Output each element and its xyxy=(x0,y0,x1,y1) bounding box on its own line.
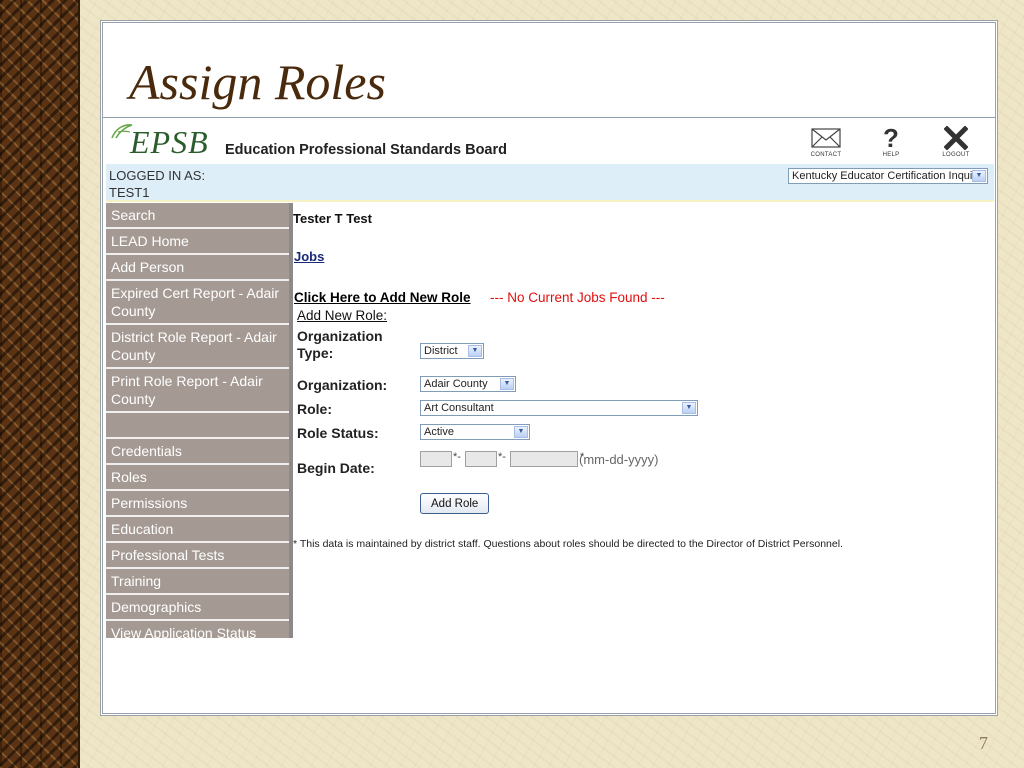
logout-label: LOGOUT xyxy=(942,152,970,158)
jobs-link[interactable]: Jobs xyxy=(294,249,324,264)
nav-item-district-role-report[interactable]: District Role Report - Adair County xyxy=(106,325,289,369)
nav-item-view-application-status[interactable]: View Application Status xyxy=(106,621,289,638)
nav-item-lead-home[interactable]: LEAD Home xyxy=(106,229,289,255)
date-separator: *- xyxy=(498,451,506,463)
add-role-form-legend: Add New Role: xyxy=(297,308,388,323)
begin-date-year-input[interactable] xyxy=(510,451,578,467)
begin-date-month-input[interactable] xyxy=(420,451,452,467)
role-status-label: Role Status: xyxy=(297,425,379,441)
role-value: Art Consultant xyxy=(424,402,494,414)
nav-item-print-role-report[interactable]: Print Role Report - Adair County xyxy=(106,369,289,413)
organization-value: Adair County xyxy=(424,378,488,390)
begin-date-label: Begin Date: xyxy=(297,460,375,476)
organization-label: Organization: xyxy=(297,377,388,393)
help-label: HELP xyxy=(882,152,900,158)
sidebar-nav: Search LEAD Home Add Person Expired Cert… xyxy=(106,203,293,638)
disclaimer-note: * This data is maintained by district st… xyxy=(293,538,843,550)
date-separator: *- xyxy=(453,451,461,463)
nav-item-education[interactable]: Education xyxy=(106,517,289,543)
nav-item-professional-tests[interactable]: Professional Tests xyxy=(106,543,289,569)
logged-in-as: LOGGED IN AS: TEST1 xyxy=(109,167,249,201)
page-number: 7 xyxy=(979,733,988,753)
nav-item-roles[interactable]: Roles xyxy=(106,465,289,491)
login-bar: LOGGED IN AS: TEST1 Kentucky Educator Ce… xyxy=(106,164,994,202)
app-header: EPSB Education Professional Standards Bo… xyxy=(106,122,994,164)
help-button[interactable]: ? HELP xyxy=(871,124,911,158)
x-icon xyxy=(944,126,968,150)
nav-item-expired-cert-report[interactable]: Expired Cert Report - Adair County xyxy=(106,281,289,325)
org-type-label: Organization Type: xyxy=(297,328,383,361)
role-select[interactable]: Art Consultant ▼ xyxy=(420,400,698,416)
org-name: Education Professional Standards Board xyxy=(225,142,507,158)
nav-item-training[interactable]: Training xyxy=(106,569,289,595)
logo-text: EPSB xyxy=(130,124,209,160)
logged-in-label: LOGGED IN AS: xyxy=(109,168,206,183)
application-select-value: Kentucky Educator Certification Inquiry xyxy=(792,170,982,182)
slide-frame: Assign Roles EPSB Education Professional… xyxy=(100,20,998,716)
contact-label: CONTACT xyxy=(810,152,842,158)
add-new-role-link[interactable]: Click Here to Add New Role xyxy=(294,290,471,305)
nav-item-demographics[interactable]: Demographics xyxy=(106,595,289,621)
nav-item-credentials[interactable]: Credentials xyxy=(106,439,289,465)
org-type-select[interactable]: District ▼ xyxy=(420,343,484,359)
nav-item-search[interactable]: Search xyxy=(106,203,289,229)
epsb-app-screenshot: EPSB Education Professional Standards Bo… xyxy=(106,122,994,638)
person-name: Tester T Test xyxy=(293,211,372,226)
logged-in-user: TEST1 xyxy=(109,185,150,200)
logout-button[interactable]: LOGOUT xyxy=(936,124,976,158)
chevron-down-icon: ▼ xyxy=(468,345,482,357)
envelope-icon xyxy=(811,128,841,148)
nav-spacer xyxy=(106,413,289,439)
role-status-select[interactable]: Active ▼ xyxy=(420,424,530,440)
add-role-button[interactable]: Add Role xyxy=(420,493,490,514)
date-format-hint: (mm-dd-yyyy) xyxy=(579,452,659,467)
org-type-value: District xyxy=(424,345,458,357)
application-select[interactable]: Kentucky Educator Certification Inquiry … xyxy=(788,168,988,184)
svg-text:?: ? xyxy=(883,125,899,151)
chevron-down-icon: ▼ xyxy=(514,426,528,438)
nav-item-add-person[interactable]: Add Person xyxy=(106,255,289,281)
chevron-down-icon: ▼ xyxy=(972,170,986,182)
title-divider xyxy=(103,117,995,118)
organization-select[interactable]: Adair County ▼ xyxy=(420,376,516,392)
slide-title: Assign Roles xyxy=(129,54,386,110)
question-icon: ? xyxy=(883,125,899,151)
chevron-down-icon: ▼ xyxy=(682,402,696,414)
wood-texture-strip xyxy=(0,0,80,768)
role-status-value: Active xyxy=(424,426,454,438)
contact-button[interactable]: CONTACT xyxy=(806,124,846,158)
main-content: Tester T Test Jobs Click Here to Add New… xyxy=(292,203,992,638)
no-jobs-message: --- No Current Jobs Found --- xyxy=(490,290,665,305)
role-label: Role: xyxy=(297,401,332,417)
epsb-logo[interactable]: EPSB xyxy=(110,122,208,160)
chevron-down-icon: ▼ xyxy=(500,378,514,390)
nav-item-permissions[interactable]: Permissions xyxy=(106,491,289,517)
begin-date-day-input[interactable] xyxy=(465,451,497,467)
